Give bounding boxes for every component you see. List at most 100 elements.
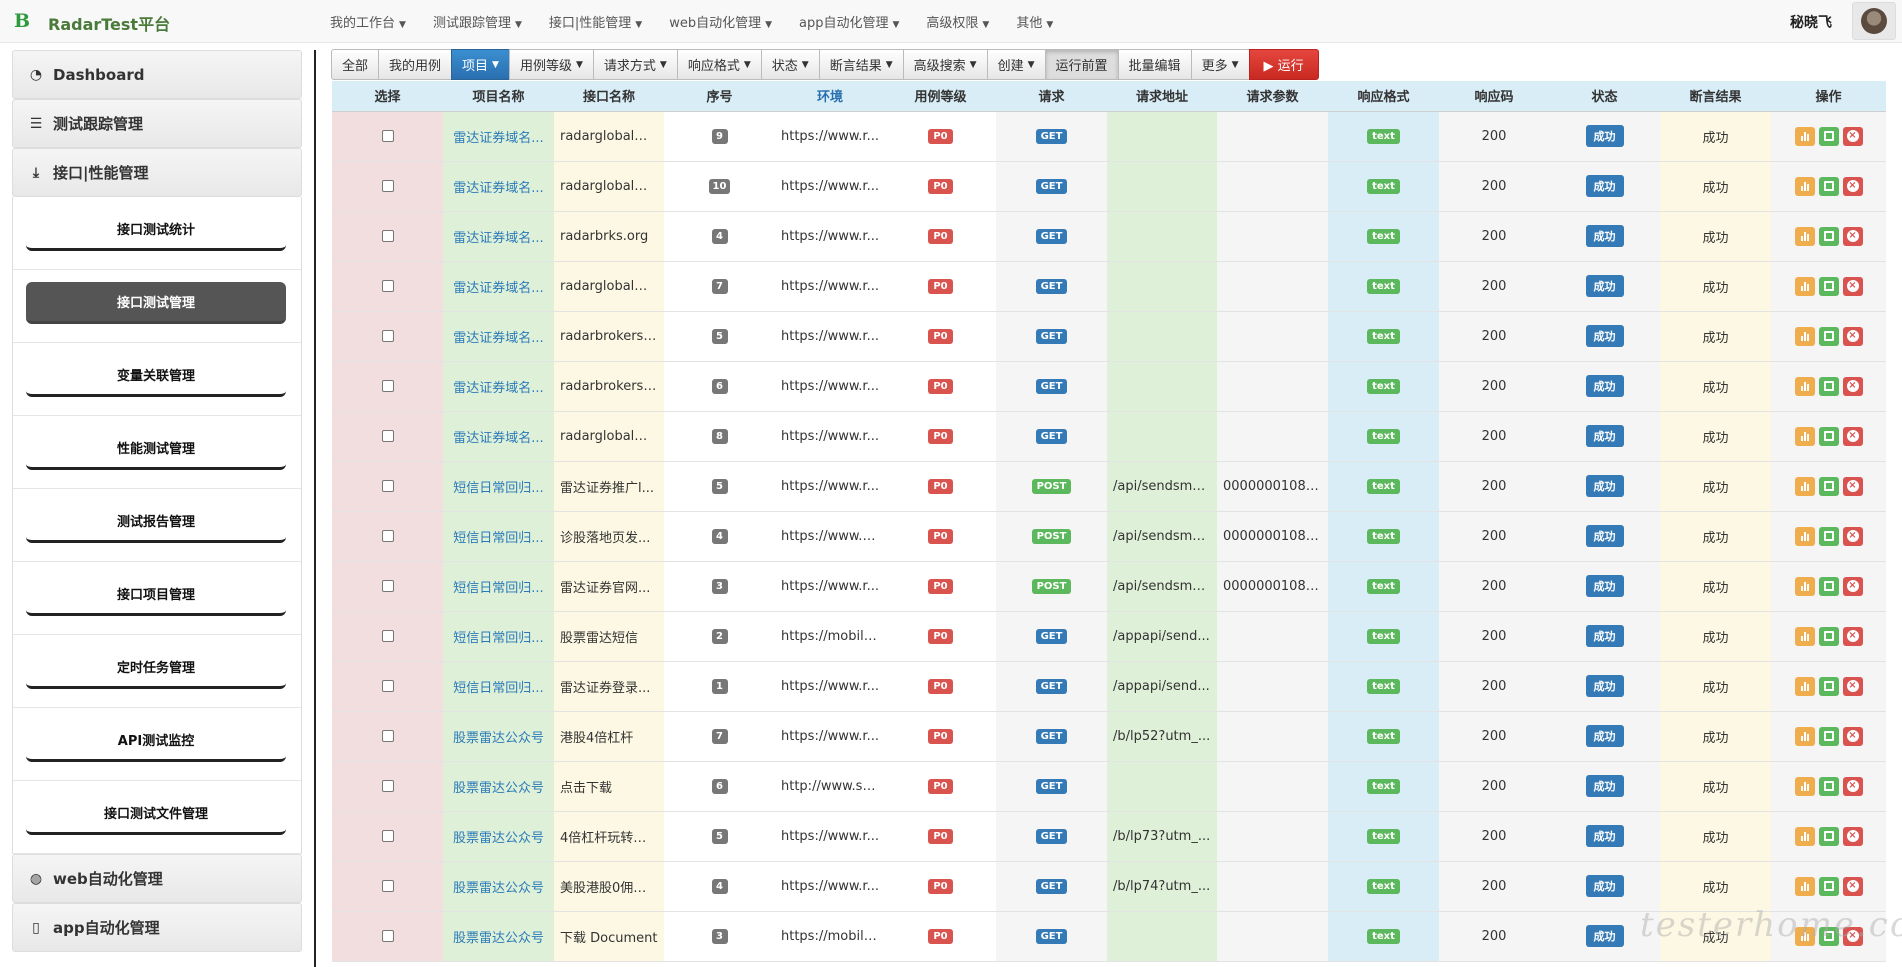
sidebar-sub-api-stats[interactable]: 接口测试统计 (26, 209, 286, 251)
table-row[interactable]: 雷达证券域名... radarglobalm... 7 https://www.r..… (332, 261, 1886, 312)
sidebar-item-web-auto[interactable]: ◍ web自动化管理 (12, 854, 302, 903)
delete-icon[interactable]: × (1842, 826, 1863, 846)
nav-item-web-auto[interactable]: web自动化管理 ▼ (669, 12, 772, 31)
filter-all-button[interactable]: 全部 (331, 49, 380, 80)
project-link[interactable]: 股票雷达公众号 (443, 861, 554, 912)
delete-icon[interactable]: × (1842, 376, 1863, 396)
stats-chart-icon[interactable] (1794, 876, 1815, 896)
edit-icon[interactable] (1818, 376, 1839, 396)
table-row[interactable]: 股票雷达公众号 美股港股0佣金... 4 https://www.r... P0 GET /… (332, 861, 1886, 912)
sidebar-item-tracking[interactable]: ☰ 测试跟踪管理 (12, 99, 302, 148)
row-checkbox[interactable] (381, 280, 394, 292)
row-checkbox[interactable] (381, 730, 394, 742)
sidebar-item-api-perf[interactable]: ⤓ 接口|性能管理 (12, 148, 302, 197)
project-link[interactable]: 雷达证券域名... (443, 111, 554, 162)
col-code[interactable]: 响应码 (1439, 81, 1549, 112)
project-link[interactable]: 雷达证券域名... (443, 361, 554, 412)
sidebar-sub-report[interactable]: 测试报告管理 (26, 501, 286, 543)
nav-item-api-perf[interactable]: 接口|性能管理 ▼ (549, 12, 642, 31)
row-checkbox[interactable] (381, 580, 394, 592)
table-row[interactable]: 股票雷达公众号 4倍杠杆玩转港... 5 https://www.r... P0 GET /… (332, 811, 1886, 862)
project-link[interactable]: 股票雷达公众号 (443, 811, 554, 862)
row-checkbox[interactable] (381, 680, 394, 692)
edit-icon[interactable] (1818, 126, 1839, 146)
nav-item-advanced-perm[interactable]: 高级权限 ▼ (926, 12, 989, 31)
delete-icon[interactable]: × (1842, 776, 1863, 796)
row-checkbox[interactable] (381, 230, 394, 242)
edit-icon[interactable] (1818, 476, 1839, 496)
col-assert[interactable]: 断言结果 (1660, 81, 1771, 112)
table-row[interactable]: 雷达证券域名... radarglobalm... 10 https://www.r.… (332, 161, 1886, 212)
stats-chart-icon[interactable] (1794, 726, 1815, 746)
batch-edit-button[interactable]: 批量编辑 (1117, 49, 1192, 80)
create-dropdown[interactable]: 创建 ▼ (986, 49, 1046, 80)
row-checkbox[interactable] (381, 130, 394, 142)
stats-chart-icon[interactable] (1794, 676, 1815, 696)
col-method[interactable]: 请求 (996, 81, 1107, 112)
edit-icon[interactable] (1818, 176, 1839, 196)
sidebar-sub-files[interactable]: 接口测试文件管理 (26, 793, 286, 835)
stats-chart-icon[interactable] (1794, 476, 1815, 496)
sidebar-sub-schedule[interactable]: 定时任务管理 (26, 647, 286, 689)
stats-chart-icon[interactable] (1794, 626, 1815, 646)
col-level[interactable]: 用例等级 (885, 81, 996, 112)
delete-icon[interactable]: × (1842, 726, 1863, 746)
stats-chart-icon[interactable] (1794, 426, 1815, 446)
user-name[interactable]: 秘晓飞 (1790, 12, 1832, 32)
row-checkbox[interactable] (381, 530, 394, 542)
brand-logo-icon[interactable]: B (14, 10, 30, 32)
delete-icon[interactable]: × (1842, 276, 1863, 296)
edit-icon[interactable] (1818, 676, 1839, 696)
more-dropdown[interactable]: 更多 ▼ (1190, 49, 1250, 80)
row-checkbox[interactable] (381, 630, 394, 642)
delete-icon[interactable]: × (1842, 176, 1863, 196)
delete-icon[interactable]: × (1842, 526, 1863, 546)
table-row[interactable]: 短信日常回归... 雷达证券官网... 3 https://www.r... P0 POS… (332, 561, 1886, 612)
table-row[interactable]: 雷达证券域名... radarglobalm... 8 https://www.r..… (332, 411, 1886, 462)
run-pre-button[interactable]: 运行前置 (1044, 49, 1119, 80)
edit-icon[interactable] (1818, 526, 1839, 546)
row-checkbox[interactable] (381, 330, 394, 342)
stats-chart-icon[interactable] (1794, 526, 1815, 546)
run-button[interactable]: ▶ 运行 (1248, 49, 1319, 80)
table-row[interactable]: 短信日常回归... 雷达证券登录... 1 https://www.r... P0 GET… (332, 661, 1886, 712)
delete-icon[interactable]: × (1842, 926, 1863, 946)
row-checkbox[interactable] (381, 880, 394, 892)
edit-icon[interactable] (1818, 876, 1839, 896)
table-row[interactable]: 雷达证券域名... radarbrokers.... 5 https://www.r.… (332, 311, 1886, 362)
brand-name[interactable]: RadarTest平台 (48, 11, 170, 35)
edit-icon[interactable] (1818, 926, 1839, 946)
edit-icon[interactable] (1818, 276, 1839, 296)
sidebar-sub-api-manage[interactable]: 接口测试管理 (26, 282, 286, 324)
stats-chart-icon[interactable] (1794, 276, 1815, 296)
row-checkbox[interactable] (381, 180, 394, 192)
project-link[interactable]: 雷达证券域名... (443, 161, 554, 212)
filter-mine-button[interactable]: 我的用例 (378, 49, 453, 80)
stats-chart-icon[interactable] (1794, 576, 1815, 596)
stats-chart-icon[interactable] (1794, 826, 1815, 846)
project-link[interactable]: 短信日常回归... (443, 611, 554, 662)
col-project[interactable]: 项目名称 (443, 81, 554, 112)
table-row[interactable]: 短信日常回归... 雷达证券推广l... 5 https://www.r... P0 PO… (332, 461, 1886, 512)
table-row[interactable]: 短信日常回归... 股票雷达短信 2 https://mobile... P0 GET/a… (332, 611, 1886, 662)
avatar[interactable] (1852, 2, 1896, 40)
edit-icon[interactable] (1818, 326, 1839, 346)
table-row[interactable]: 股票雷达公众号 港股4倍杠杆 7 https://www.r... P0 GET/b/lp… (332, 711, 1886, 762)
delete-icon[interactable]: × (1842, 426, 1863, 446)
sidebar-item-dashboard[interactable]: ◔ Dashboard (12, 50, 302, 99)
edit-icon[interactable] (1818, 626, 1839, 646)
row-checkbox[interactable] (381, 780, 394, 792)
table-row[interactable]: 雷达证券域名... radarbrks.org 4 https://www.r... P… (332, 211, 1886, 262)
table-row[interactable]: 雷达证券域名... radarbrokers.... 6 https://www.r.… (332, 361, 1886, 412)
project-link[interactable]: 股票雷达公众号 (443, 761, 554, 812)
stats-chart-icon[interactable] (1794, 326, 1815, 346)
table-row[interactable]: 股票雷达公众号 下载 Document 3 https://mobile... P0 GE… (332, 911, 1886, 962)
project-link[interactable]: 雷达证券域名... (443, 211, 554, 262)
delete-icon[interactable]: × (1842, 876, 1863, 896)
edit-icon[interactable] (1818, 226, 1839, 246)
project-link[interactable]: 股票雷达公众号 (443, 911, 554, 962)
filter-project-dropdown[interactable]: 项目 ▼ (451, 49, 510, 80)
table-row[interactable]: 短信日常回归... 诊股落地页发... 4 https://www.h... P0 POS… (332, 511, 1886, 562)
nav-item-workbench[interactable]: 我的工作台 ▼ (330, 12, 406, 31)
row-checkbox[interactable] (381, 830, 394, 842)
